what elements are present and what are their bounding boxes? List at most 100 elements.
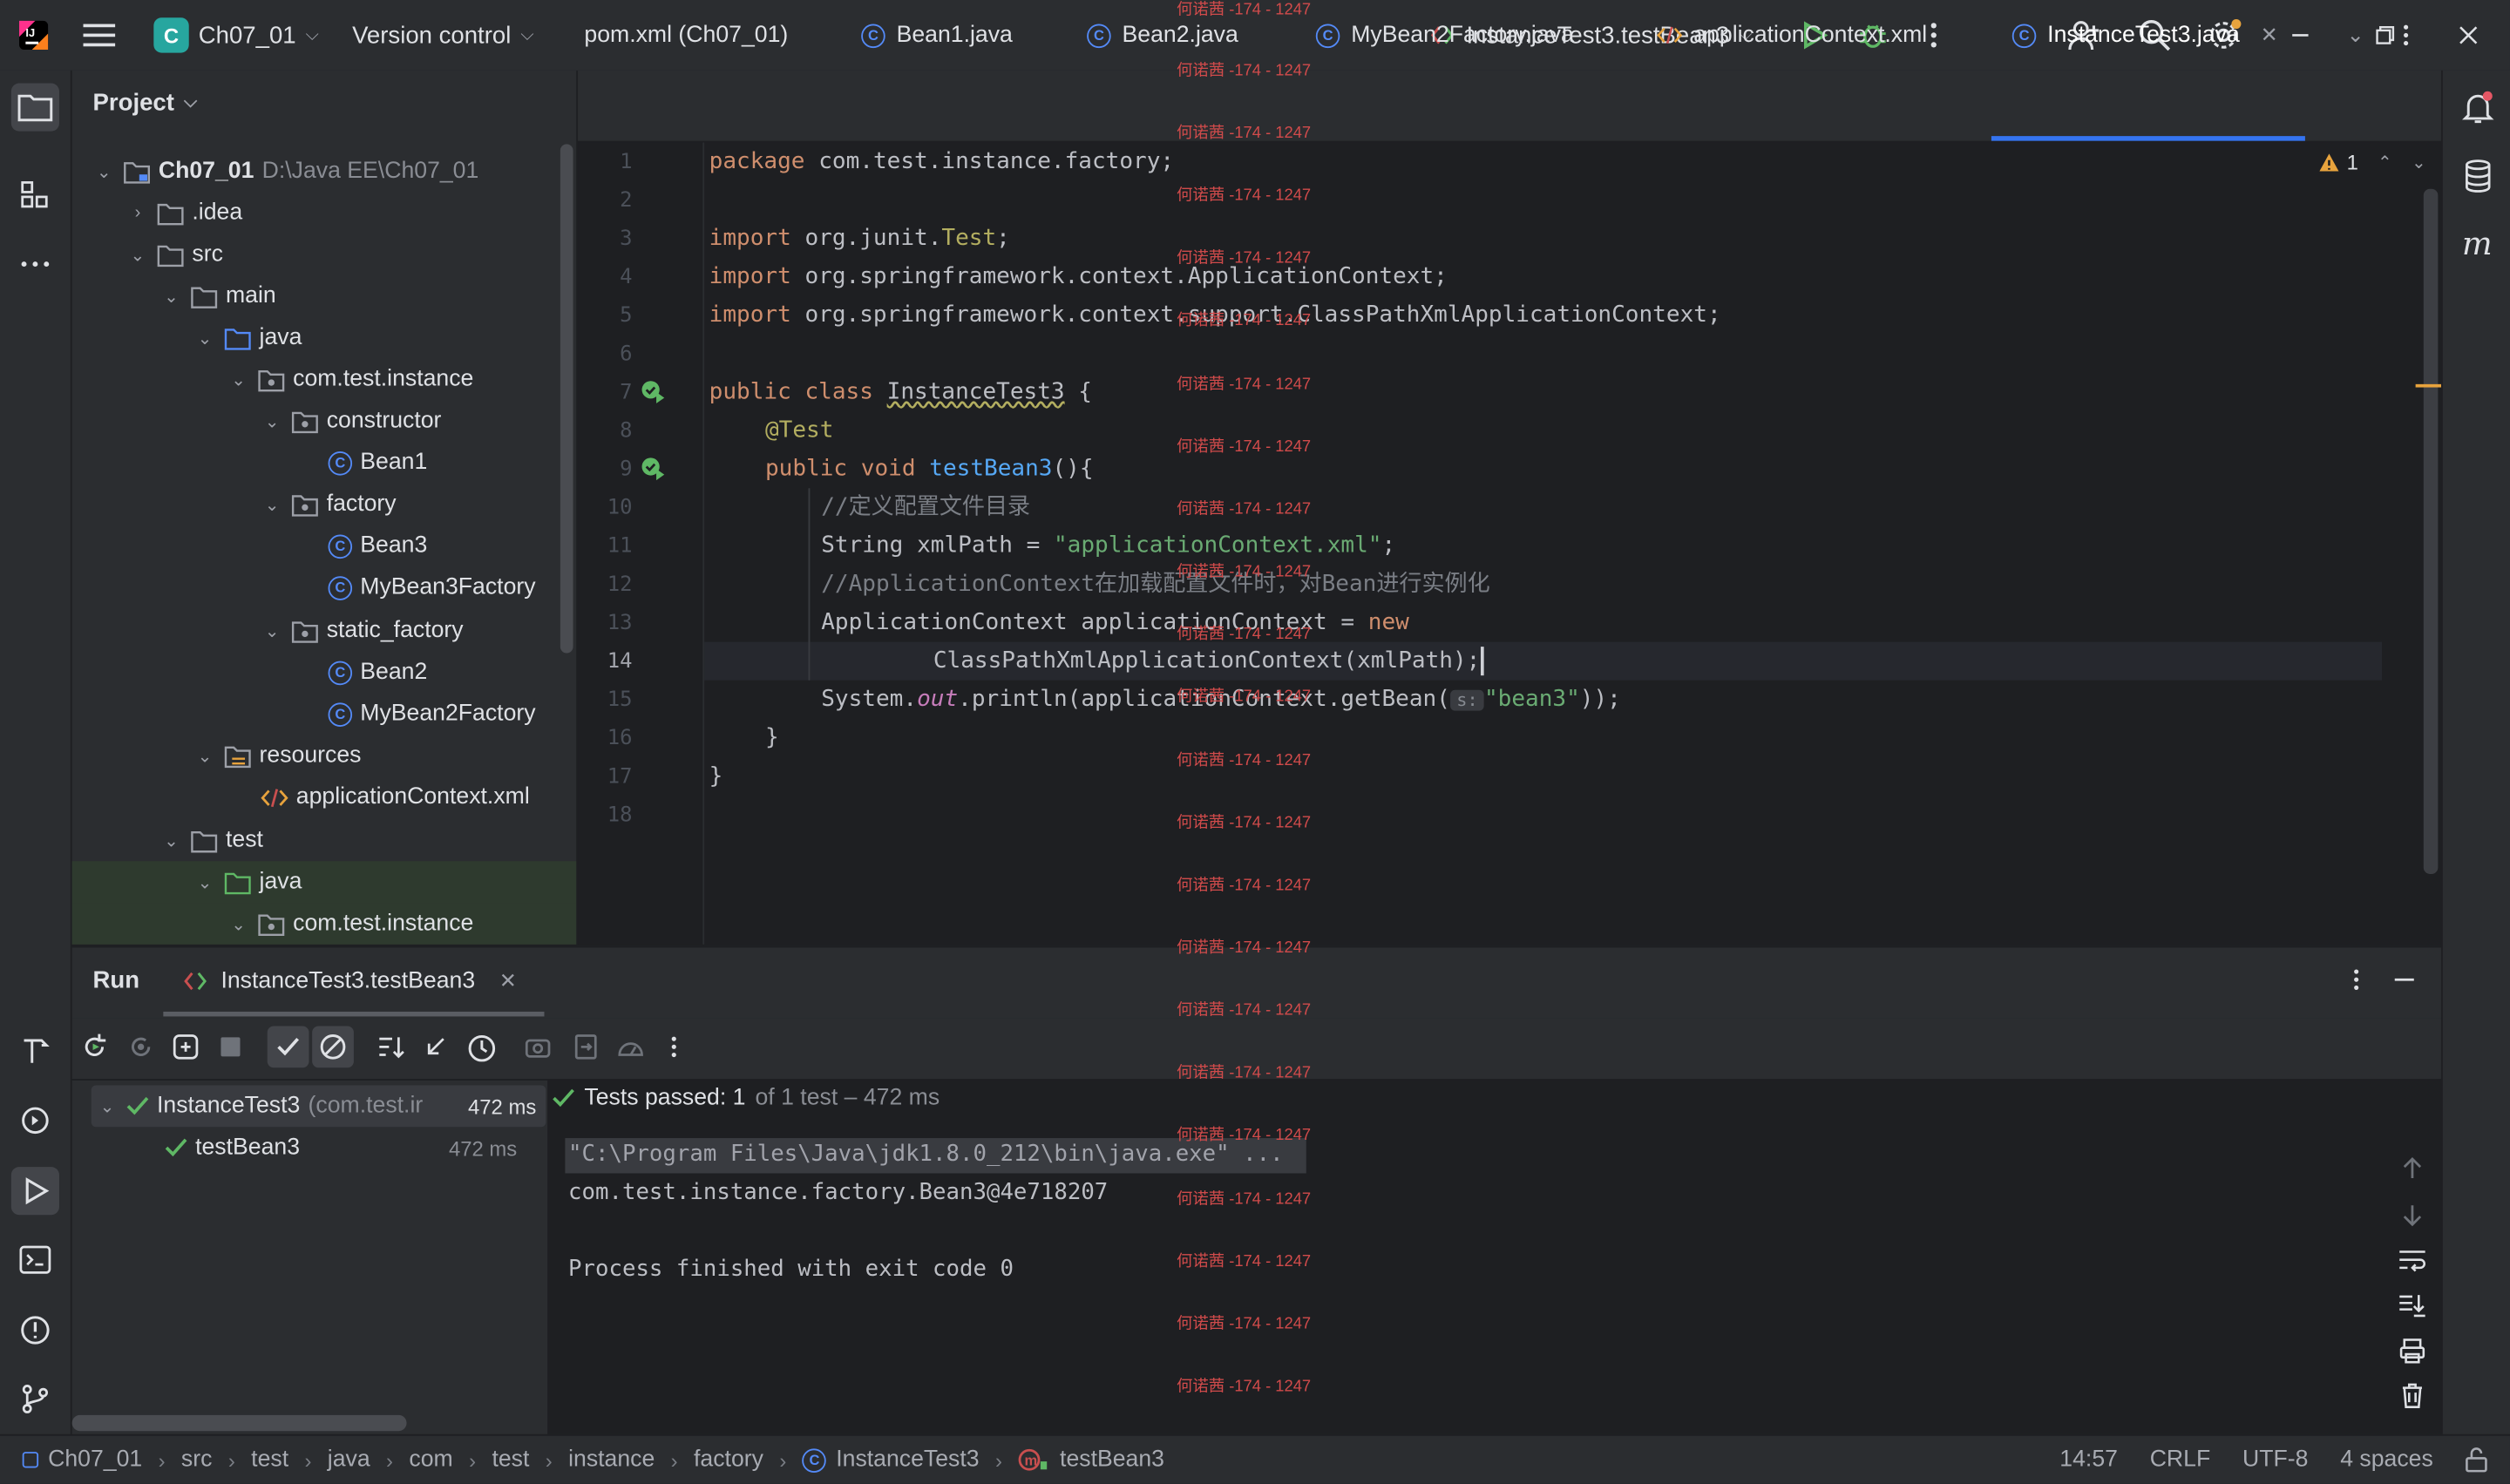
breadcrumb-item[interactable]: test: [492, 1447, 529, 1473]
tab-instancetest3-java[interactable]: C InstanceTest3.java ✕: [2011, 0, 2278, 71]
indent-setting[interactable]: 4 spaces: [2340, 1447, 2433, 1473]
soft-wrap-button[interactable]: [2398, 1247, 2426, 1272]
services-tool-button[interactable]: [11, 1096, 59, 1144]
run-tool-button[interactable]: [10, 1167, 59, 1216]
watermark: 何诺茜 -174 - 1247: [1176, 1, 1312, 20]
tree-item-test-java[interactable]: ⌄ java: [71, 861, 577, 904]
hide-panel-button[interactable]: [2391, 966, 2417, 991]
breadcrumb-item[interactable]: com: [409, 1447, 452, 1473]
tab-applicationcontext-xml[interactable]: applicationContext.xml: [1657, 0, 1927, 71]
code-line-1: package com.test.instance.factory;: [709, 148, 1175, 175]
breadcrumb-item[interactable]: C InstanceTest3: [802, 1447, 980, 1473]
tree-item-main[interactable]: ⌄ main: [160, 275, 276, 317]
run-tab[interactable]: InstanceTest3.testBean3 ✕: [184, 946, 517, 1017]
show-ignored-toggle[interactable]: [312, 1026, 354, 1068]
rerun-button[interactable]: [80, 1033, 109, 1061]
stop-button[interactable]: [216, 1033, 245, 1061]
left-tool-strip: [0, 70, 72, 1434]
collapse-all-button[interactable]: [421, 1033, 450, 1061]
scroll-to-end-button[interactable]: [2398, 1291, 2426, 1318]
tree-item-static-factory[interactable]: ⌄ static_factory: [261, 610, 464, 652]
vcs-menu[interactable]: Version control ⌵: [352, 0, 534, 71]
warning-marker[interactable]: [2415, 383, 2442, 388]
tree-item-test[interactable]: ⌄ test: [160, 820, 263, 862]
tree-item-test-package[interactable]: ⌄ com.test.instance: [71, 903, 577, 945]
run-more-button[interactable]: [662, 1034, 685, 1060]
tree-item-project-root[interactable]: ⌄ Ch07_01 D:\Java EE\Ch07_01: [93, 151, 479, 193]
tab-close-icon[interactable]: ✕: [2261, 23, 2278, 48]
tree-item-bean3[interactable]: C Bean3: [328, 525, 427, 567]
breadcrumb-item[interactable]: m testBean3: [1018, 1447, 1164, 1473]
cursor-position[interactable]: 14:57: [2059, 1447, 2118, 1473]
unlock-icon[interactable]: [2466, 1447, 2488, 1473]
minimize-button[interactable]: [2290, 0, 2312, 71]
breadcrumb-item[interactable]: java: [328, 1447, 370, 1473]
test-row-method[interactable]: testBean3 472 ms: [165, 1127, 517, 1169]
close-icon[interactable]: ✕: [499, 968, 517, 993]
project-switcher[interactable]: C Ch07_01 ⌵: [153, 0, 319, 71]
scroll-down-button[interactable]: [2399, 1203, 2425, 1228]
line-separator[interactable]: CRLF: [2150, 1447, 2211, 1473]
run-panel-options-button[interactable]: [2345, 967, 2368, 993]
screenshot-button[interactable]: [524, 1033, 553, 1061]
build-tool-button[interactable]: [11, 1026, 59, 1074]
database-tool-button[interactable]: [2454, 152, 2502, 200]
app-logo-icon[interactable]: IJ: [16, 0, 51, 71]
tree-item-idea[interactable]: › .idea: [126, 192, 243, 234]
project-tool-button[interactable]: [10, 83, 59, 132]
tab-pom-xml[interactable]: pom.xml (Ch07_01): [584, 0, 788, 71]
coverage-button[interactable]: [614, 1033, 647, 1061]
breadcrumb-item[interactable]: test: [251, 1447, 288, 1473]
git-tool-button[interactable]: [11, 1375, 59, 1423]
tree-item-resources[interactable]: ⌄ resources: [193, 735, 362, 776]
restore-button[interactable]: [2374, 0, 2397, 71]
test-tree-scrollbar[interactable]: [71, 1414, 407, 1432]
show-passed-toggle[interactable]: [267, 1026, 309, 1068]
notifications-button[interactable]: [2454, 84, 2502, 132]
tree-item-mybean3factory[interactable]: C MyBean3Factory: [328, 566, 536, 608]
problems-tool-button[interactable]: [11, 1306, 59, 1354]
tree-item-factory[interactable]: ⌄ factory: [261, 484, 397, 525]
tree-item-mybean2factory[interactable]: C MyBean2Factory: [328, 693, 536, 735]
tree-item-appcontext-xml[interactable]: applicationContext.xml: [261, 776, 530, 818]
sort-button[interactable]: [376, 1033, 405, 1061]
more-tools-button[interactable]: [11, 241, 59, 288]
terminal-tool-button[interactable]: [11, 1236, 59, 1284]
tree-item-bean2[interactable]: C Bean2: [328, 652, 427, 694]
clear-console-button[interactable]: [2398, 1381, 2426, 1410]
structure-tool-button[interactable]: [11, 172, 59, 220]
tab-mybean2factory-java[interactable]: C MyBean2Factory.java: [1315, 0, 1574, 71]
toggle-auto-test-button[interactable]: [172, 1033, 200, 1061]
test-history-button[interactable]: [465, 1033, 498, 1065]
test-row-class[interactable]: ⌄ InstanceTest3 (com.test.ir 472 ms: [96, 1085, 537, 1127]
file-encoding[interactable]: UTF-8: [2242, 1447, 2308, 1473]
close-window-button[interactable]: [2457, 0, 2479, 71]
tab-more-button[interactable]: [2395, 0, 2418, 71]
tab-list-button[interactable]: ⌄: [2347, 0, 2364, 71]
tree-scrollbar[interactable]: [560, 144, 573, 654]
tree-item-src[interactable]: ⌄ src: [126, 234, 222, 275]
inspection-widget[interactable]: 1 ⌃ ⌄: [2318, 151, 2426, 174]
breadcrumb-item[interactable]: Ch07_01: [22, 1447, 142, 1473]
chevron-down-icon[interactable]: ⌄: [2412, 152, 2426, 173]
export-button[interactable]: [572, 1033, 600, 1061]
main-menu-button[interactable]: [83, 0, 116, 71]
print-button[interactable]: [2398, 1337, 2426, 1365]
breadcrumb-item[interactable]: instance: [568, 1447, 655, 1473]
breadcrumb-item[interactable]: factory: [694, 1447, 763, 1473]
run-test-method-gutter-icon[interactable]: [641, 457, 666, 482]
tree-item-constructor[interactable]: ⌄ constructor: [261, 400, 442, 442]
editor-scrollbar[interactable]: [2423, 188, 2439, 874]
scroll-up-button[interactable]: [2399, 1155, 2425, 1181]
chevron-up-icon[interactable]: ⌃: [2378, 152, 2392, 173]
maven-tool-button[interactable]: m: [2454, 220, 2502, 268]
tree-item-package[interactable]: ⌄ com.test.instance: [227, 358, 473, 400]
tree-item-bean1[interactable]: C Bean1: [328, 442, 427, 484]
project-panel-title[interactable]: Project ⌵: [93, 90, 198, 117]
tree-item-java-source[interactable]: ⌄ java: [193, 317, 302, 359]
rerun-failed-button[interactable]: [126, 1033, 155, 1061]
breadcrumb-item[interactable]: src: [181, 1447, 213, 1473]
console-line-command[interactable]: "C:\Program Files\Java\jdk1.8.0_212\bin\…: [568, 1142, 1284, 1167]
run-test-class-gutter-icon[interactable]: [641, 379, 666, 404]
tab-bean1-java[interactable]: C Bean1.java: [861, 0, 1013, 71]
